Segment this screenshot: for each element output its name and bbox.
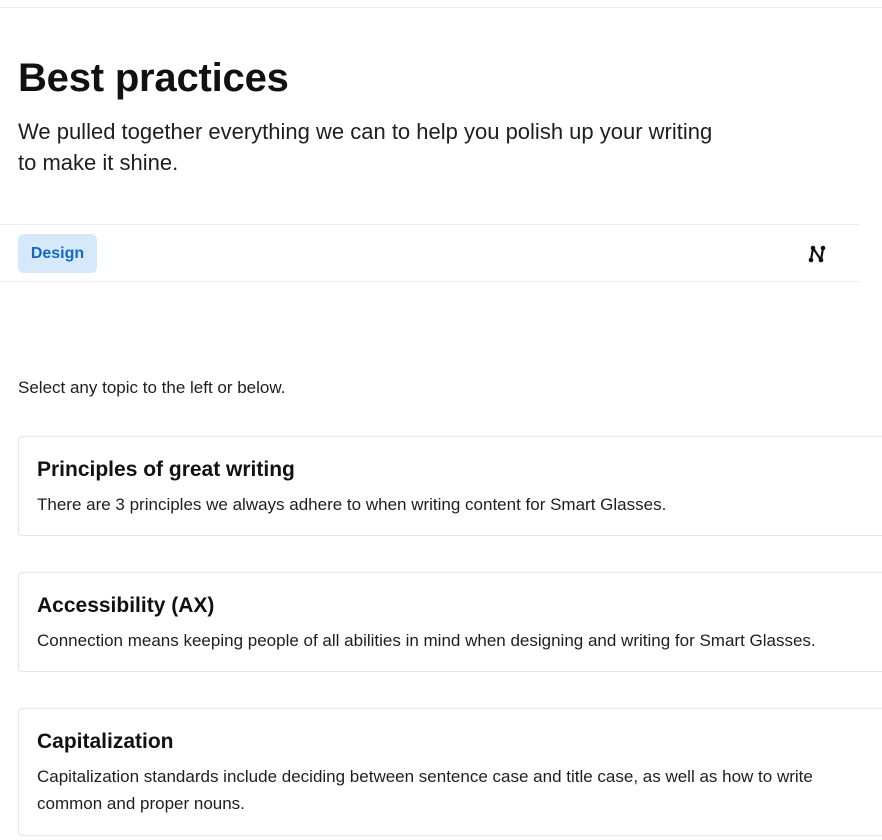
toolbar: Design [0,224,860,282]
topic-card-title: Principles of great writing [37,458,295,481]
description-line: There are 3 principles we always adhere … [37,495,667,514]
description-line: common and proper nouns. [37,794,245,813]
description-line: Capitalization standards include decidin… [37,767,813,786]
topic-card-principles[interactable]: Principles of great writing There are 3 … [18,436,882,536]
intro-text: Select any topic to the left or below. [18,378,286,397]
topic-card-accessibility[interactable]: Accessibility (AX) Connection means keep… [18,572,882,672]
page-title: Best practices [18,56,289,100]
topic-card-title: Capitalization [37,730,174,753]
design-tag[interactable]: Design [18,234,97,273]
topic-card-description: There are 3 principles we always adhere … [37,491,879,518]
graph-nodes-icon[interactable] [806,243,828,265]
page-subtitle: We pulled together everything we can to … [18,119,713,175]
top-divider [0,7,882,8]
description-line: Connection means keeping people of all a… [37,631,816,650]
topic-card-capitalization[interactable]: Capitalization Capitalization standards … [18,708,882,836]
topic-card-description: Connection means keeping people of all a… [37,627,879,654]
topic-card-title: Accessibility (AX) [37,594,215,617]
topic-card-description: Capitalization standards include decidin… [37,763,879,817]
